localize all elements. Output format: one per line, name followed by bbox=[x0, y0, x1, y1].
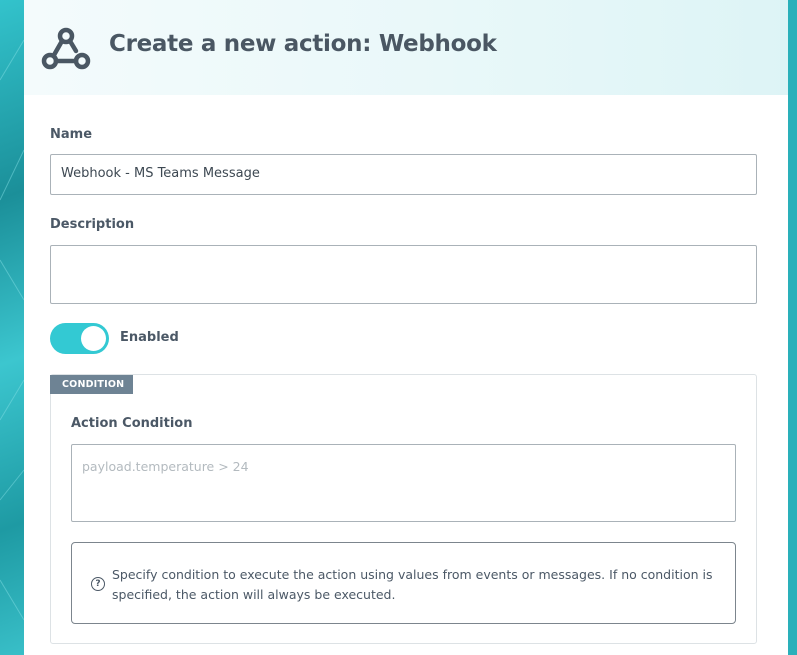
toggle-knob bbox=[81, 326, 106, 351]
description-field[interactable] bbox=[50, 245, 757, 304]
background-left bbox=[0, 0, 24, 655]
name-field[interactable]: Webhook - MS Teams Message bbox=[50, 154, 757, 195]
webhook-icon bbox=[41, 27, 91, 70]
action-condition-label: Action Condition bbox=[71, 416, 193, 431]
page-title: Create a new action: Webhook bbox=[109, 31, 497, 57]
condition-help-box: ? Specify condition to execute the actio… bbox=[71, 542, 736, 624]
page-scrollbar[interactable] bbox=[788, 95, 797, 655]
modal-header: Create a new action: Webhook bbox=[24, 0, 788, 95]
enabled-label: Enabled bbox=[120, 330, 179, 345]
action-condition-input[interactable]: payload.temperature > 24 bbox=[71, 444, 736, 522]
enabled-toggle[interactable] bbox=[50, 323, 109, 354]
question-circle-icon: ? bbox=[91, 577, 105, 591]
condition-tag: CONDITION bbox=[50, 375, 133, 394]
condition-help-text: Specify condition to execute the action … bbox=[112, 567, 713, 602]
name-label: Name bbox=[50, 127, 93, 142]
description-label: Description bbox=[50, 217, 135, 232]
create-action-modal: Create a new action: Webhook Name Webhoo… bbox=[24, 0, 788, 655]
